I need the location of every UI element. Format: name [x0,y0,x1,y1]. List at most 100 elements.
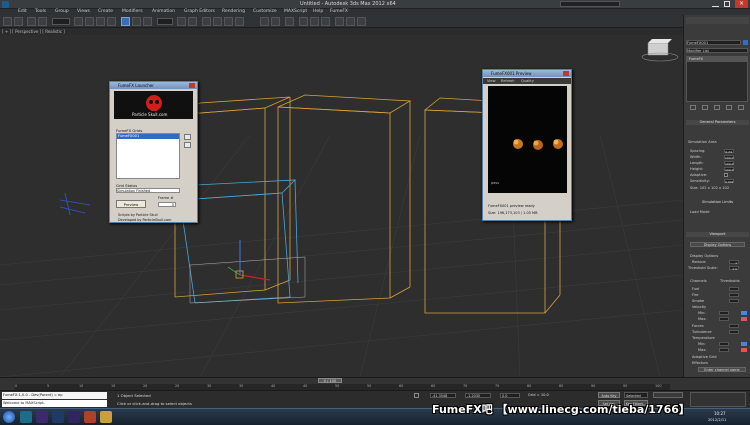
timeline[interactable]: 0 / 100 0 5 10 15 20 25 30 35 40 45 50 55 60 65 70 75 80… [0,377,750,390]
menu-item-graph-editors[interactable]: Graph Editors [184,9,215,14]
velocity-min[interactable] [719,311,729,315]
selected-dropdown[interactable]: Selected [624,392,648,398]
3dsmax-task-icon[interactable] [20,411,32,423]
move-icon[interactable] [121,17,130,26]
temperature-max-swatch[interactable] [741,348,747,352]
menu-item-fumefx[interactable]: FumeFX [330,9,348,14]
height-spinner[interactable]: 100.0 [724,167,734,172]
grid-list-item[interactable]: FumeFX001 [117,134,179,139]
player-task-icon[interactable] [84,411,96,423]
select-by-name-icon[interactable] [85,17,94,26]
coord-z-field[interactable]: 0.0 [500,393,520,398]
preview-menu-view[interactable]: View [487,78,496,84]
selection-filter-dropdown[interactable] [52,18,70,25]
refresh-arrow-icon[interactable] [184,134,191,140]
adaptive-checkbox[interactable] [724,173,728,177]
play-controls[interactable] [653,392,683,398]
temperature-max[interactable] [719,348,729,352]
effectors-label[interactable]: Effectors [692,361,708,365]
menu-item-help[interactable]: Help [313,9,323,14]
launcher-close-icon[interactable] [189,83,195,88]
general-params-rollout[interactable]: General Parameters [686,120,749,125]
channel-item[interactable]: Smoke [692,299,704,303]
fire-threshold[interactable] [729,293,739,297]
undo-icon[interactable] [3,17,12,26]
preview-close-icon[interactable] [563,71,569,76]
enter-channel-button[interactable]: Enter channel name [698,367,746,372]
sim-limits-rollout[interactable]: Simulation Limits [686,200,749,205]
channel-item[interactable]: Fire [692,293,698,297]
redo-icon[interactable] [14,17,23,26]
rendered-frame-icon[interactable] [346,17,355,26]
minimize-icon[interactable] [712,2,719,7]
make-unique-icon[interactable] [714,105,720,110]
channel-item[interactable]: Temperature [692,336,715,340]
select-manipulate-icon[interactable] [188,17,197,26]
navigation-controls[interactable] [690,392,746,407]
rect-selection-icon[interactable] [96,17,105,26]
temperature-min[interactable] [719,342,729,346]
modifier-stack[interactable]: FumeFX [686,56,748,102]
menu-item-animation[interactable]: Animation [152,9,175,14]
velocity-min-swatch[interactable] [741,311,747,315]
preview-button[interactable]: Preview [116,200,146,208]
app-logo-icon[interactable] [2,1,9,8]
panel-tabs[interactable] [686,17,749,24]
start-orb-icon[interactable] [3,411,15,423]
align-icon[interactable] [271,17,280,26]
explorer-task-icon[interactable] [100,411,112,423]
maximize-icon[interactable] [724,1,730,7]
menu-item-create[interactable]: Create [98,9,113,14]
wind-helper[interactable] [59,192,91,216]
frame-spinner[interactable]: 0 [158,202,176,207]
preview-canvas[interactable]: pass [488,86,567,193]
object-color-swatch[interactable] [743,40,748,45]
schematic-view-icon[interactable] [310,17,319,26]
velocity-max-swatch[interactable] [741,317,747,321]
modifier-list-dropdown[interactable]: Modifier List [686,48,748,53]
launcher-title[interactable]: FumeFX Launcher [110,82,197,89]
render-setup-icon[interactable] [335,17,344,26]
display-options-dropdown[interactable]: Display Options [690,242,745,247]
snap-icon[interactable] [202,17,211,26]
turbulence-threshold[interactable] [729,330,739,334]
menu-item-rendering[interactable]: Rendering [222,9,245,14]
reference-coord-dropdown[interactable] [157,18,173,25]
grids-list[interactable]: FumeFX001 [116,133,180,179]
width-spinner[interactable]: 100.0 [724,155,734,160]
select-object-icon[interactable] [74,17,83,26]
threshold-spinner[interactable]: 1.0 [729,266,739,271]
reduce-spinner[interactable]: 1 [729,260,739,265]
viewport-rollout[interactable]: Viewport [686,232,749,237]
velocity-max[interactable] [719,317,729,321]
clock-date[interactable]: 2012/2/11 [708,418,726,422]
temperature-min-swatch[interactable] [741,342,747,346]
aftereffects-task-icon[interactable] [68,411,80,423]
remove-modifier-icon[interactable] [726,105,732,110]
object-name-field[interactable]: FumeFX001 [686,40,741,45]
fuel-threshold[interactable] [729,287,739,291]
show-end-result-icon[interactable] [702,105,708,110]
preview-menu-refresh[interactable]: Refresh [501,78,515,84]
coord-y-field[interactable]: -1.2035 [465,393,491,398]
maxscript-listener[interactable]: FumeFX:1.0.0 - Dev(Parent) = ep [2,392,107,399]
smoke-threshold[interactable] [729,299,739,303]
auto-key-button[interactable]: Auto Key [598,392,620,398]
menu-item-edit[interactable]: Edit [18,9,27,14]
pin-stack-icon[interactable] [690,105,696,110]
link-icon[interactable] [27,17,36,26]
search-input[interactable] [560,1,620,7]
length-spinner[interactable]: 100.0 [724,161,734,166]
rotate-icon[interactable] [132,17,141,26]
sensitivity-spinner[interactable]: 0.001 [724,179,734,184]
stack-item[interactable]: FumeFX [687,57,747,62]
spinner-snap-icon[interactable] [235,17,244,26]
forces-threshold[interactable] [729,324,739,328]
viewcube-icon[interactable] [641,39,679,62]
menu-item-views[interactable]: Views [77,9,90,14]
channel-item[interactable]: Fuel [692,287,699,291]
coord-x-field[interactable]: -41.3548 [430,393,456,398]
menu-item-group[interactable]: Group [55,9,69,14]
menu-item-maxscript[interactable]: MAXScript [284,9,307,14]
menu-item-customize[interactable]: Customize [253,9,277,14]
